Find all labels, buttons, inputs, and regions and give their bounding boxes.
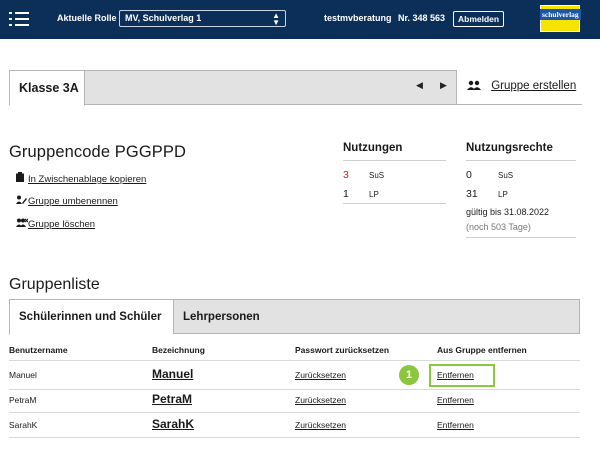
column-header-name: Bezeichnung (152, 345, 205, 355)
tab-teachers[interactable]: Lehrpersonen (183, 311, 260, 323)
valid-until: gültig bis 31.08.2022 (466, 207, 550, 217)
tab-class[interactable]: Klasse 3A (9, 70, 85, 106)
users-icon (467, 80, 481, 90)
step-badge: 1 (399, 365, 419, 385)
select-arrows-icon: ▲ ▼ (272, 11, 280, 27)
create-group-label: Gruppe erstellen (491, 80, 577, 92)
row-username: PetraM (9, 395, 37, 405)
caret-right-icon[interactable]: ▶ (440, 80, 447, 91)
users-edit-icon (16, 195, 28, 206)
remaining-days: (noch 503 Tage) (466, 222, 531, 232)
rights-title: Nutzungsrechte (466, 142, 553, 154)
reset-password-link[interactable]: Zurücksetzen (295, 370, 346, 380)
rights-teachers-unit: LP (498, 190, 508, 199)
row-username: SarahK (9, 420, 38, 430)
divider (9, 412, 580, 413)
divider (466, 237, 576, 238)
row-name-link[interactable]: SarahK (152, 417, 194, 431)
copy-to-clipboard-label: In Zwischenablage kopieren (28, 174, 147, 185)
divider (466, 160, 576, 161)
role-select-value: MV, Schulverlag 1 (125, 13, 202, 23)
users-delete-icon (16, 218, 29, 229)
schulverlag-logo[interactable]: schulverlag (540, 5, 581, 32)
copy-to-clipboard-link[interactable]: In Zwischenablage kopieren (16, 172, 146, 185)
logout-button[interactable]: Abmelden (453, 11, 505, 27)
menu-icon[interactable] (9, 11, 29, 27)
user-number: Nr. 348 563 (398, 13, 446, 23)
column-header-reset-password: Passwort zurücksetzen (295, 345, 390, 355)
user-name: testmvberatung (324, 13, 392, 23)
rights-students-value: 0 (466, 169, 472, 181)
rights-students-unit: SuS (498, 171, 514, 180)
clipboard-icon (16, 172, 28, 184)
group-list-tab-bar: Schülerinnen und Schüler Lehrpersonen (9, 299, 580, 335)
highlight-box (429, 364, 495, 387)
reset-password-link[interactable]: Zurücksetzen (295, 395, 346, 405)
group-code-title: Gruppencode PGGPPD (9, 143, 186, 161)
reset-password-link[interactable]: Zurücksetzen (295, 420, 346, 430)
row-name-link[interactable]: PetraM (152, 392, 192, 406)
top-bar: Aktuelle Rolle MV, Schulverlag 1 ▲ ▼ test… (0, 0, 600, 39)
remove-from-group-link[interactable]: Entfernen (437, 420, 474, 430)
divider (457, 104, 582, 105)
role-select[interactable]: MV, Schulverlag 1 ▲ ▼ (119, 10, 286, 27)
rights-teachers-value: 31 (466, 188, 478, 200)
usage-teachers-unit: LP (369, 190, 379, 199)
divider (9, 360, 580, 361)
logo-text: schulverlag (540, 9, 581, 20)
usage-title: Nutzungen (343, 142, 403, 154)
class-tab-bar: Klasse 3A ◀ ▶ (9, 70, 457, 106)
column-header-remove: Aus Gruppe entfernen (437, 345, 527, 355)
divider (343, 160, 446, 161)
row-name-link[interactable]: Manuel (152, 367, 193, 381)
remove-from-group-link[interactable]: Entfernen (437, 395, 474, 405)
role-label: Aktuelle Rolle (57, 13, 117, 23)
usage-students-value: 3 (343, 169, 349, 181)
delete-group-link[interactable]: Gruppe löschen (16, 218, 95, 230)
divider (9, 389, 580, 390)
tab-students[interactable]: Schülerinnen und Schüler (9, 299, 174, 335)
usage-teachers-value: 1 (343, 188, 349, 200)
rename-group-link[interactable]: Gruppe umbenennen (16, 195, 118, 207)
create-group-link[interactable]: Gruppe erstellen (467, 80, 576, 92)
divider (9, 437, 580, 438)
group-list-title: Gruppenliste (9, 276, 100, 293)
row-username: Manuel (9, 370, 37, 380)
divider (343, 203, 446, 204)
column-header-username: Benutzername (9, 345, 68, 355)
rename-group-label: Gruppe umbenennen (28, 196, 118, 207)
usage-students-unit: SuS (369, 171, 385, 180)
delete-group-label: Gruppe löschen (28, 219, 96, 230)
caret-left-icon[interactable]: ◀ (416, 80, 423, 91)
